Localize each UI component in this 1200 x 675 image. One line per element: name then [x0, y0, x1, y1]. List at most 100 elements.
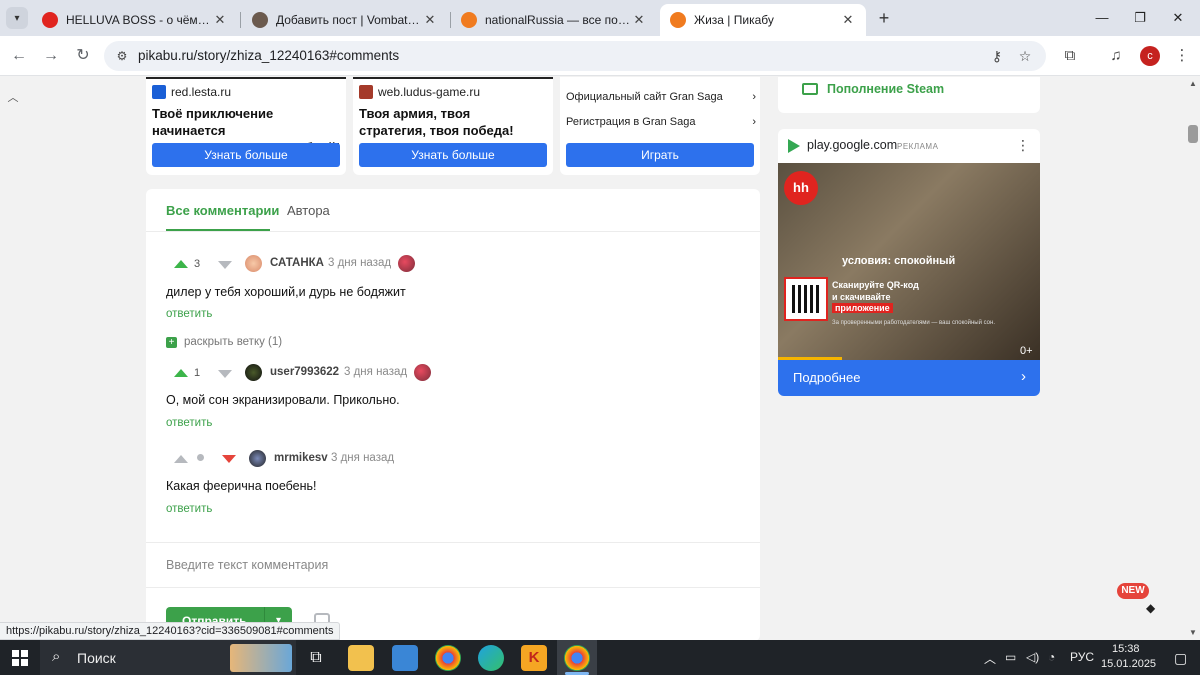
comment-time[interactable]: 3 дня назад: [344, 366, 407, 378]
tab-author-comments[interactable]: Автора: [287, 203, 330, 218]
vote-up-icon[interactable]: [174, 369, 188, 377]
comment-username[interactable]: САТАНКА: [270, 257, 324, 269]
forward-icon[interactable]: →: [40, 45, 62, 67]
profile-avatar[interactable]: с: [1140, 46, 1160, 66]
avatar[interactable]: [245, 364, 262, 381]
google-play-ad[interactable]: play.google.com РЕКЛАМА ⋮ hh условия: сп…: [778, 129, 1040, 396]
new-tab-button[interactable]: +: [874, 8, 894, 28]
pikabu-favicon-icon: [670, 12, 686, 28]
scroll-up-icon[interactable]: ▲: [1189, 79, 1197, 88]
scroll-down-icon[interactable]: ▼: [1189, 628, 1197, 637]
close-tab-icon[interactable]: ✕: [422, 12, 438, 28]
steam-topup-link[interactable]: Пополнение Steam: [827, 82, 944, 96]
scroll-thumb[interactable]: [1188, 125, 1198, 143]
microsoft-store-icon[interactable]: [392, 645, 418, 671]
minimize-icon[interactable]: —: [1092, 8, 1112, 28]
avatar[interactable]: [249, 450, 266, 467]
ad-image-text: Сканируйте QR-код: [832, 280, 919, 290]
restore-icon[interactable]: ❐: [1130, 8, 1150, 28]
taskbar-search[interactable]: ⌕ Поиск: [40, 640, 296, 675]
bookmark-star-icon[interactable]: ☆: [1016, 47, 1034, 65]
comment-input[interactable]: Введите текст комментария: [166, 558, 328, 572]
chrome-icon[interactable]: [435, 645, 461, 671]
url-text[interactable]: pikabu.ru/story/zhiza_12240163#comments: [138, 48, 399, 63]
paint-bucket-icon[interactable]: ◆: [1146, 601, 1160, 615]
steam-topup-card[interactable]: Пополнение Steam: [778, 77, 1040, 113]
ad-image-text: приложение: [832, 303, 893, 313]
vombat-favicon-icon: [252, 12, 268, 28]
vote-up-icon[interactable]: [174, 260, 188, 268]
chevron-up-icon[interactable]: ︿: [6, 89, 20, 104]
vote-down-icon[interactable]: [218, 261, 232, 269]
menu-kebab-icon[interactable]: ⋮: [1172, 46, 1192, 66]
comment-score: 1: [194, 367, 201, 379]
close-tab-icon[interactable]: ✕: [631, 12, 647, 28]
learn-more-button[interactable]: Узнать больше: [359, 143, 547, 167]
back-icon[interactable]: ←: [8, 45, 30, 67]
kinopoisk-icon[interactable]: K: [521, 645, 547, 671]
edge-icon[interactable]: [478, 645, 504, 671]
comment-time[interactable]: 3 дня назад: [328, 257, 391, 269]
comment-time[interactable]: 3 дня назад: [331, 452, 394, 464]
close-tab-icon[interactable]: ✕: [212, 12, 228, 28]
award-badge-icon[interactable]: [414, 364, 431, 381]
extensions-icon[interactable]: ⧉: [1060, 46, 1080, 66]
comment-text: дилер у тебя хороший,и дурь не бодяжит: [166, 285, 406, 299]
tab-national-russia[interactable]: nationalRussia — все посты по ✕: [451, 4, 657, 36]
reply-link[interactable]: ответить: [166, 308, 212, 320]
clock-time[interactable]: 15:38: [1112, 643, 1140, 655]
ad-block-lesta[interactable]: red.lesta.ru Твоё приключение начинается…: [146, 77, 346, 175]
vote-up-icon[interactable]: [174, 455, 188, 463]
volume-icon[interactable]: ◁): [1026, 650, 1039, 664]
ad-link-registration[interactable]: Регистрация в Gran Saga ›: [566, 116, 756, 128]
tab-zhiza-pikabu[interactable]: Жиза | Пикабу ✕: [660, 4, 866, 36]
close-window-icon[interactable]: ✕: [1168, 8, 1188, 28]
notifications-icon[interactable]: ▢: [1174, 650, 1187, 667]
active-app-highlight[interactable]: [557, 640, 597, 675]
tab-search-dropdown-icon[interactable]: ▾: [6, 7, 28, 29]
ad-block-gransaga[interactable]: Официальный сайт Gran Saga › Регистрация …: [560, 77, 760, 175]
clock-date[interactable]: 15.01.2025: [1101, 658, 1156, 670]
play-button[interactable]: Играть: [566, 143, 754, 167]
wifi-icon[interactable]: ◔: [1048, 650, 1055, 664]
new-badge[interactable]: NEW: [1117, 583, 1149, 599]
avatar[interactable]: [245, 255, 262, 272]
task-view-icon[interactable]: ⧉: [303, 645, 329, 671]
close-tab-icon[interactable]: ✕: [840, 12, 856, 28]
language-indicator[interactable]: РУС: [1070, 650, 1094, 664]
tray-chevron-up-icon[interactable]: ︿: [984, 650, 996, 667]
media-control-icon[interactable]: ♫: [1106, 46, 1126, 66]
award-badge-icon[interactable]: [398, 255, 415, 272]
vote-down-icon[interactable]: [218, 370, 232, 378]
hh-logo-icon: hh: [784, 171, 818, 205]
ad-block-ludus[interactable]: web.ludus-game.ru Твоя армия, твоя страт…: [353, 77, 553, 175]
file-explorer-icon[interactable]: [348, 645, 374, 671]
tab-helluva-boss[interactable]: HELLUVA BOSS - о чём вообщ ✕: [32, 4, 238, 36]
battery-icon[interactable]: ▭: [1005, 650, 1016, 664]
windows-start-icon[interactable]: [12, 650, 28, 666]
windows-taskbar: ⌕ Поиск ⧉ K ︿ ▭ ◁) ◔ РУС 15:38 15.01.202…: [0, 640, 1200, 675]
ad-image[interactable]: hh условия: спокойный Сканируйте QR-код …: [778, 163, 1040, 360]
reply-link[interactable]: ответить: [166, 417, 212, 429]
comment-username[interactable]: user7993622: [270, 366, 339, 378]
ad-source: red.lesta.ru: [152, 85, 231, 99]
comment-text: Какая феерична поебень!: [166, 479, 317, 493]
expand-plus-icon[interactable]: +: [166, 337, 177, 348]
reload-icon[interactable]: ↻: [72, 45, 94, 67]
more-options-icon[interactable]: ⋮: [1016, 137, 1030, 154]
expand-thread-label[interactable]: раскрыть ветку (1): [184, 336, 282, 348]
site-info-icon[interactable]: ⚙: [114, 48, 130, 64]
address-bar[interactable]: ⚙ pikabu.ru/story/zhiza_12240163#comment…: [104, 41, 1046, 71]
browser-toolbar: ← → ↻ ⚙ pikabu.ru/story/zhiza_12240163#c…: [0, 36, 1200, 76]
tab-vombat[interactable]: Добавить пост | Vombat.su ✕: [242, 4, 448, 36]
ad-link-official-site[interactable]: Официальный сайт Gran Saga ›: [566, 91, 756, 103]
reply-link[interactable]: ответить: [166, 503, 212, 515]
comment-username[interactable]: mrmikesv: [274, 452, 328, 464]
password-key-icon[interactable]: ⚷: [988, 47, 1006, 65]
tab-all-comments[interactable]: Все комментарии: [166, 203, 279, 218]
learn-more-button[interactable]: Узнать больше: [152, 143, 340, 167]
vote-down-icon[interactable]: [222, 455, 236, 463]
chrome-profile-icon[interactable]: [564, 645, 590, 671]
page-scrollbar[interactable]: ▲ ▼: [1186, 77, 1200, 640]
more-details-button[interactable]: Подробнее ›: [778, 360, 1040, 396]
